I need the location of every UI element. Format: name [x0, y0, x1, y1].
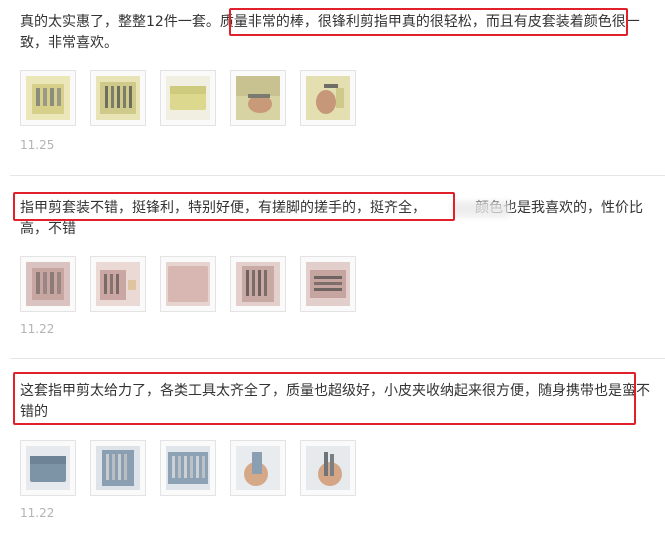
review-date: 11.25: [20, 138, 55, 152]
review-photo[interactable]: [300, 256, 356, 312]
manicure-set-photo: [166, 446, 210, 490]
hand-holding-clipper-photo: [306, 76, 350, 120]
review-photo[interactable]: [300, 70, 356, 126]
review-photo[interactable]: [230, 440, 286, 496]
review-photo[interactable]: [20, 440, 76, 496]
leather-case-photo: [166, 76, 210, 120]
review-photo[interactable]: [20, 256, 76, 312]
manicure-set-photo: [306, 262, 350, 306]
manicure-set-photo: [96, 262, 140, 306]
review-photo[interactable]: [230, 70, 286, 126]
manicure-set-photo: [96, 446, 140, 490]
review-date: 11.22: [20, 322, 55, 336]
manicure-set-photo: [26, 262, 70, 306]
blurred-text: [452, 201, 510, 217]
review-photo[interactable]: [300, 440, 356, 496]
review-photo[interactable]: [160, 440, 216, 496]
review-photo[interactable]: [90, 70, 146, 126]
divider: [10, 358, 665, 359]
divider: [10, 175, 665, 176]
hand-holding-clipper-photo: [236, 76, 280, 120]
manicure-set-photo: [26, 76, 70, 120]
highlight-box: [229, 8, 628, 36]
review-photo[interactable]: [90, 256, 146, 312]
highlight-box: [13, 192, 455, 221]
highlight-box: [13, 372, 636, 425]
leather-case-photo: [26, 446, 70, 490]
review-photo[interactable]: [20, 70, 76, 126]
review-date: 11.22: [20, 506, 55, 520]
review-photo[interactable]: [230, 256, 286, 312]
leather-case-photo: [166, 262, 210, 306]
review-photo[interactable]: [160, 256, 216, 312]
manicure-set-photo: [96, 76, 140, 120]
review-photo[interactable]: [160, 70, 216, 126]
hand-holding-clipper-photo: [236, 446, 280, 490]
manicure-set-photo: [236, 262, 280, 306]
hand-holding-clipper-photo: [306, 446, 350, 490]
review-photo[interactable]: [90, 440, 146, 496]
